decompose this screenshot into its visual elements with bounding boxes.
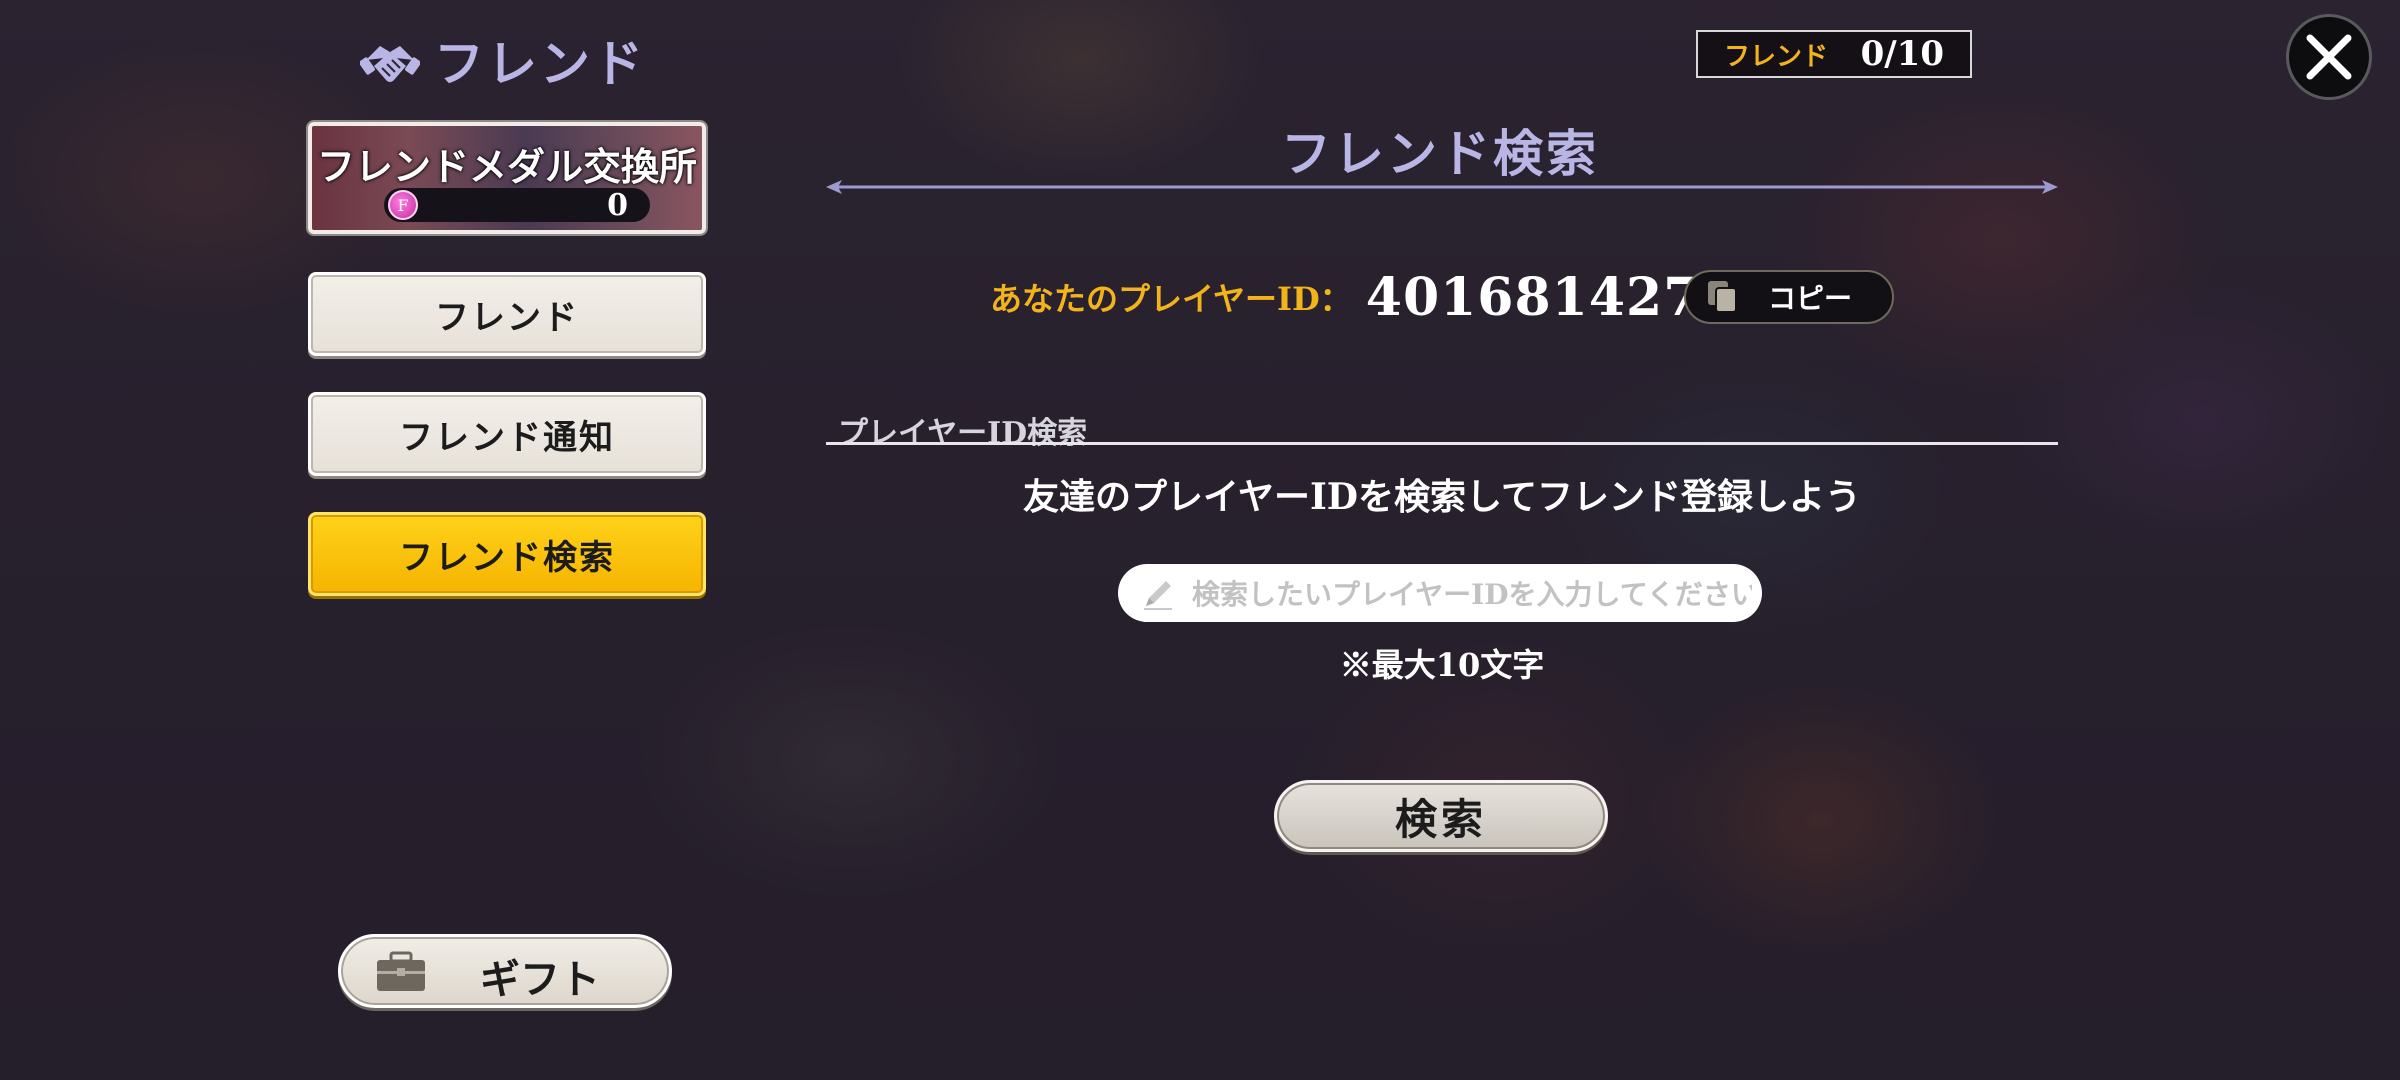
section-label-player-id-search: プレイヤーID検索 xyxy=(838,416,1088,451)
gift-button[interactable]: ギフト xyxy=(338,934,672,1008)
briefcase-icon xyxy=(377,951,425,991)
sidebar-item-label: フレンド通知 xyxy=(399,417,615,458)
friend-medal-shop-button[interactable]: フレンドメダル交換所 F 0 xyxy=(308,122,706,234)
instruction-text: 友達のプレイヤーIDを検索してフレンド登録しよう xyxy=(1023,476,1861,518)
player-id-row: あなたのプレイヤーID： 4016814274 xyxy=(990,262,1738,332)
page-title: フレンド xyxy=(434,34,646,93)
title-divider xyxy=(826,180,2058,194)
sidebar-item-friends[interactable]: フレンド xyxy=(308,272,706,356)
gift-label: ギフト xyxy=(480,956,600,1003)
medal-count: 0 xyxy=(607,188,628,223)
sidebar-item-label: フレンド xyxy=(435,297,579,338)
search-button[interactable]: 検索 xyxy=(1274,780,1608,852)
copy-icon xyxy=(1708,281,1737,313)
medal-coin-letter: F xyxy=(397,195,409,215)
sidebar-item-friend-search[interactable]: フレンド検索 xyxy=(308,512,706,596)
player-id-value: 4016814274 xyxy=(1365,266,1738,328)
friend-count-value: 0/10 xyxy=(1860,34,1944,74)
copy-label: コピー xyxy=(1768,282,1853,315)
section-divider xyxy=(826,442,2058,445)
close-button[interactable] xyxy=(2286,14,2372,100)
sidebar-item-friend-notifications[interactable]: フレンド通知 xyxy=(308,392,706,476)
page-header: フレンド xyxy=(360,24,646,96)
pen-icon xyxy=(1144,581,1172,610)
friend-medal-icon: F xyxy=(388,190,418,220)
panel-title: フレンド検索 xyxy=(1281,124,1599,183)
handshake-icon xyxy=(360,46,420,82)
player-id-search-input[interactable] xyxy=(1190,572,1754,616)
close-icon xyxy=(2306,34,2352,80)
medal-shop-title: フレンドメダル交換所 xyxy=(316,144,697,189)
search-field[interactable] xyxy=(1118,564,1762,622)
max-length-note: ※最大10文字 xyxy=(1339,646,1545,684)
friend-count-label: フレンド xyxy=(1724,41,1829,72)
search-button-label: 検索 xyxy=(1394,794,1487,844)
player-id-label: あなたのプレイヤーID： xyxy=(990,280,1352,318)
copy-id-button[interactable]: コピー xyxy=(1684,270,1894,324)
friend-count-badge: フレンド 0/10 xyxy=(1696,30,1972,78)
sidebar-item-label: フレンド検索 xyxy=(399,537,615,578)
